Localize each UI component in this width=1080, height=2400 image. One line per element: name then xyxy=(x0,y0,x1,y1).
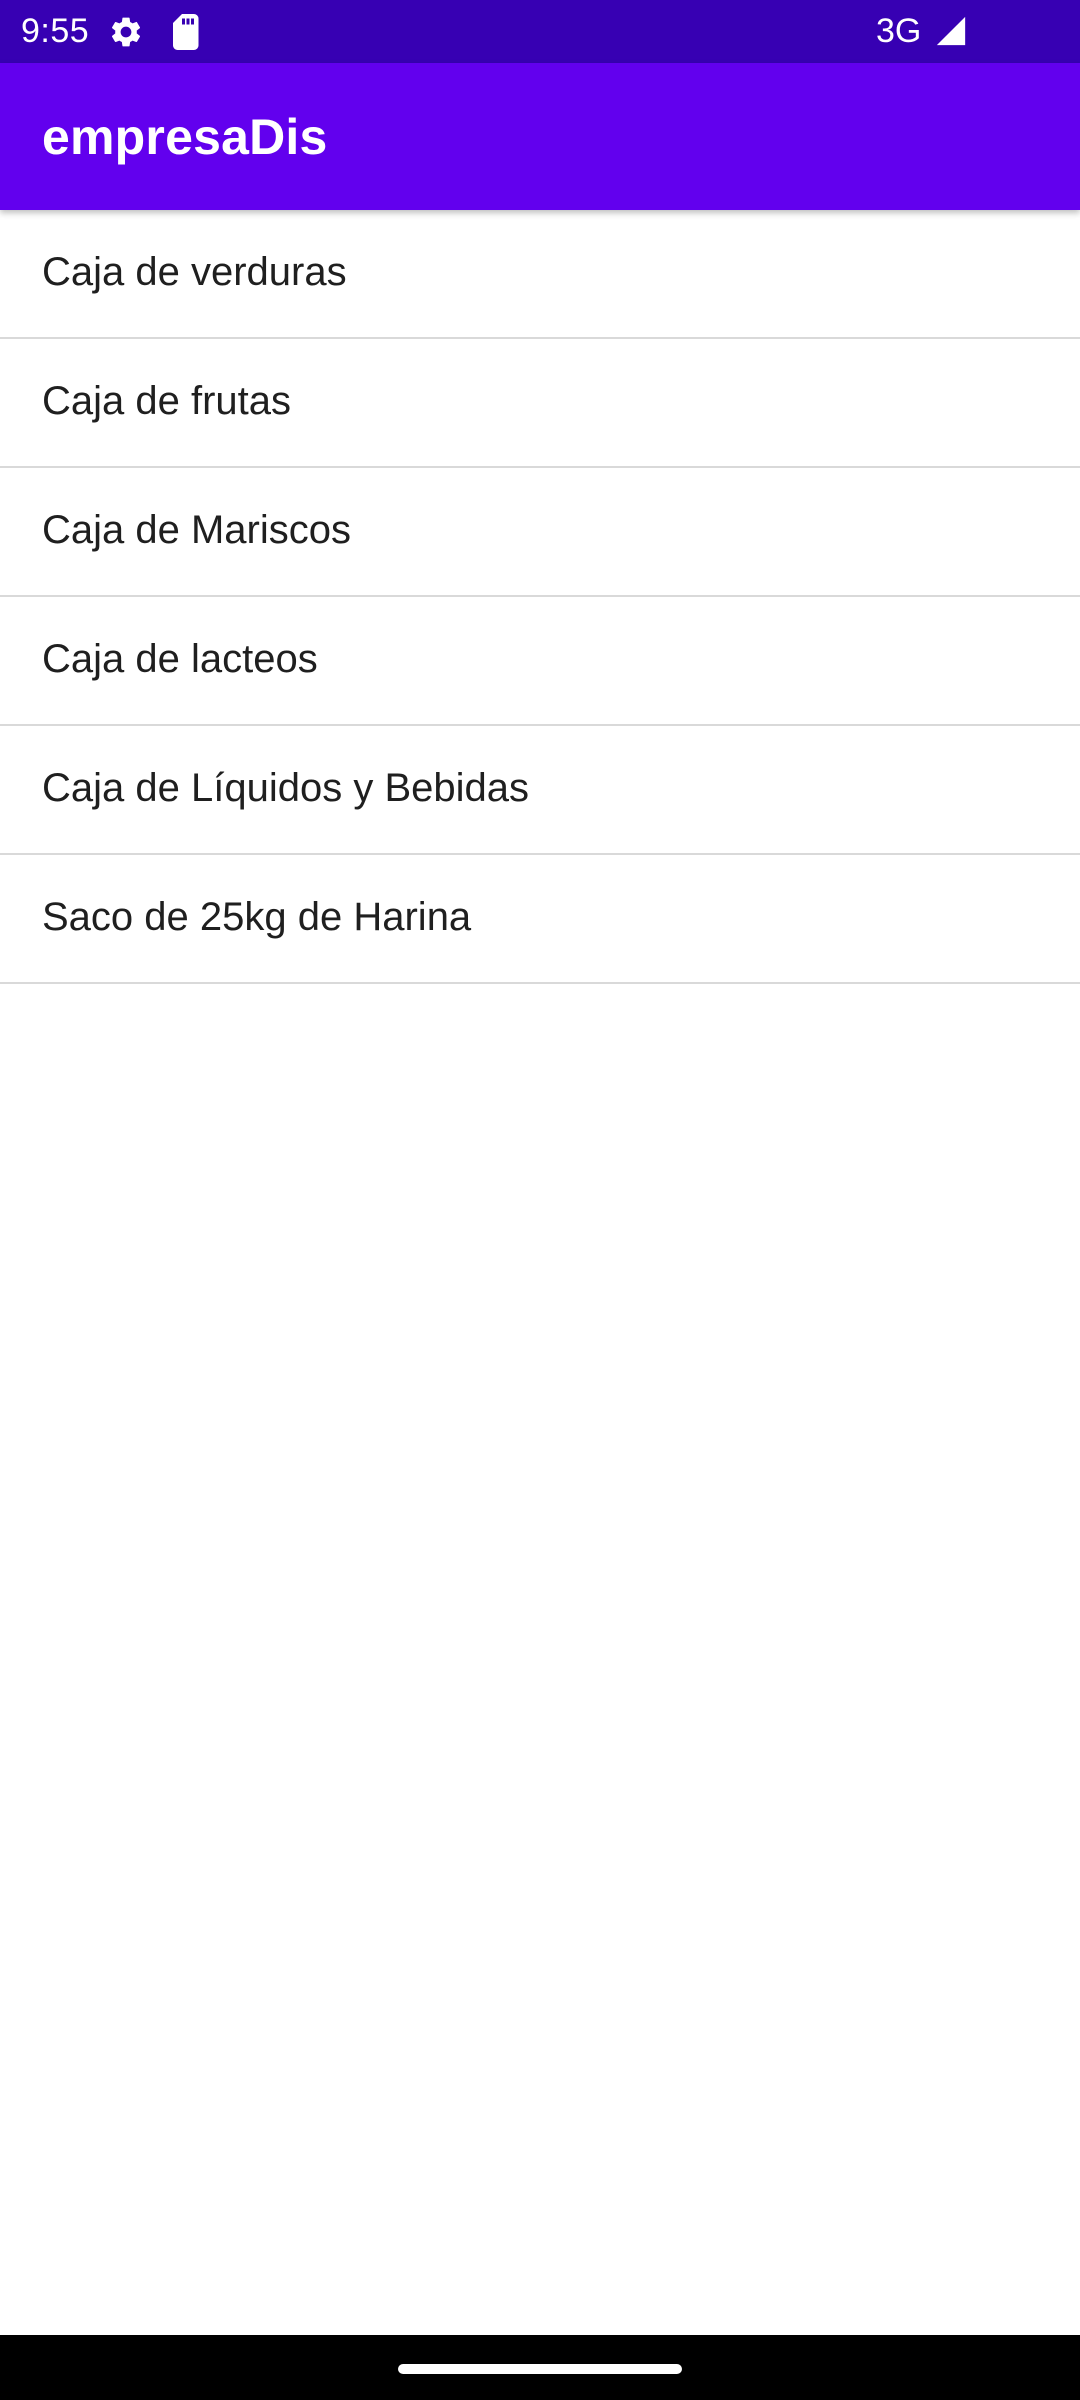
sd-card-icon xyxy=(173,14,199,50)
list-item-label: Caja de lacteos xyxy=(42,637,318,681)
list-item[interactable]: Caja de lacteos xyxy=(0,597,1080,726)
list-item-label: Caja de frutas xyxy=(42,379,292,423)
list-item-label: Caja de Mariscos xyxy=(42,508,352,552)
gear-icon xyxy=(111,17,141,47)
list-item[interactable]: Caja de frutas xyxy=(0,339,1080,468)
status-bar: 9:55 3G xyxy=(0,0,1080,63)
list-item-label: Caja de verduras xyxy=(42,250,347,294)
status-time: 9:55 xyxy=(21,12,90,50)
product-list: Caja de verduras Caja de frutas Caja de … xyxy=(0,210,1080,984)
list-item-label: Caja de Líquidos y Bebidas xyxy=(42,766,529,810)
list-item[interactable]: Caja de verduras xyxy=(0,210,1080,339)
list-item[interactable]: Caja de Mariscos xyxy=(0,468,1080,597)
home-handle[interactable] xyxy=(398,2364,682,2374)
page-title: empresaDis xyxy=(42,109,328,165)
network-type: 3G xyxy=(876,12,922,50)
navigation-bar xyxy=(0,2335,1080,2400)
list-item[interactable]: Caja de Líquidos y Bebidas xyxy=(0,726,1080,855)
list-item-label: Saco de 25kg de Harina xyxy=(42,895,472,939)
list-item[interactable]: Saco de 25kg de Harina xyxy=(0,855,1080,984)
app-bar: empresaDis xyxy=(0,63,1080,210)
signal-icon xyxy=(936,16,966,46)
